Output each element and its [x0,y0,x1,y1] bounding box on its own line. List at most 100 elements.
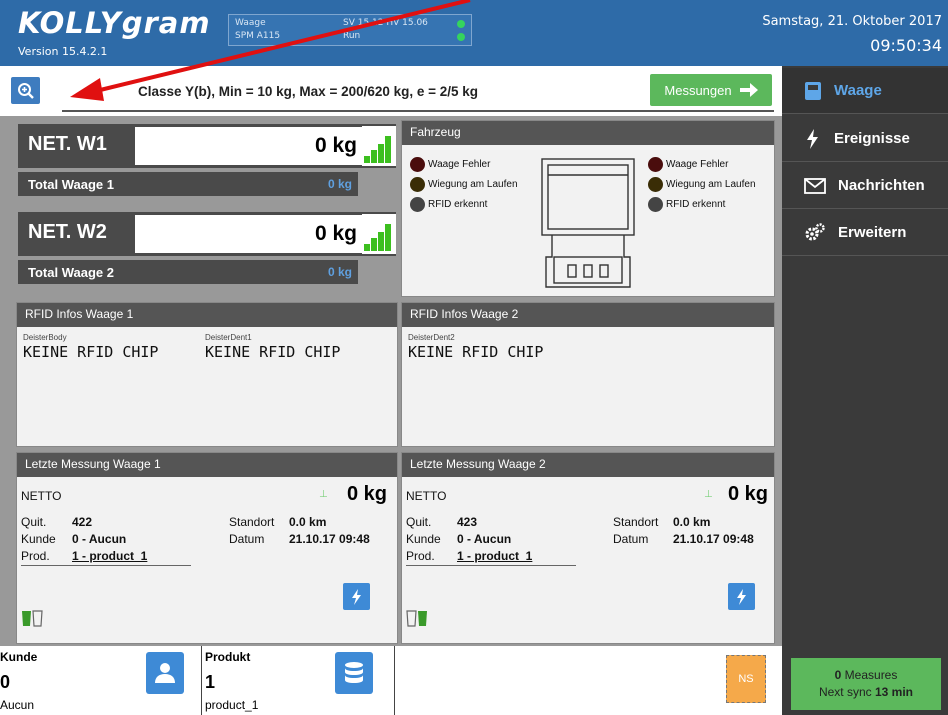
product-label: Produkt [205,650,251,664]
weighing-led-icon [648,177,663,192]
last-measure-2-value: 0 kg [727,483,768,505]
scale-error-indicator-right: Waage Fehler [648,157,728,172]
topbar-divider [62,110,774,112]
kunde-value: 0 - Aucun [72,532,127,546]
kunde-label: Kunde [21,532,56,546]
arrow-right-icon [739,83,758,97]
sidebar-item-waage[interactable]: Waage [782,68,948,114]
net-w2-row: NET. W2 0 kg [18,212,396,256]
prod-label: Prod. [406,549,435,563]
rfid1-field2-value: KEINE RFID CHIP [205,343,341,361]
product-cell[interactable]: Produkt 1 product_1 [203,646,395,715]
trash-bins-icon [22,610,43,627]
divider [406,565,576,566]
total-w2-label: Total Waage 2 [28,265,114,280]
indicator-label: Waage Fehler [666,159,729,170]
sync-count: 0 [834,668,842,682]
sync-status-button[interactable]: 0 Measures Next sync 13 min [791,658,941,710]
indicator-label: Wiegung am Laufen [666,179,756,190]
quit-label: Quit. [406,515,432,529]
sidebar-item-ereignisse[interactable]: Ereignisse [782,116,948,162]
ns-button[interactable]: NS [726,655,766,703]
indicator-label: Wiegung am Laufen [428,179,518,190]
scale-class-info: Classe Y(b), Min = 10 kg, Max = 200/620 … [138,84,479,99]
datum-value: 21.10.17 09:48 [673,532,754,546]
zoom-in-icon [17,82,34,99]
app-header: KOLLYgram Version 15.4.2.1 Waage SPM A11… [0,0,948,66]
event-button-1[interactable] [343,583,370,610]
rfid-panel-1-title: RFID Infos Waage 1 [17,303,397,327]
rfid1-field1-value: KEINE RFID CHIP [23,343,159,361]
device-type: Waage [235,18,266,28]
trash-bins-icon [406,610,427,627]
total-w1-value: 0 kg [327,177,352,191]
customer-name: Aucun [0,698,35,712]
total-w1-label: Total Waage 1 [28,177,114,192]
vehicle-panel: Fahrzeug Waage Fehler Wiegung am Laufen … [401,120,775,297]
standort-value: 0.0 km [673,515,711,529]
sync-next-label: Next sync [818,685,872,699]
rfid1-field1-label: DeisterBody [23,333,67,342]
sync-measures-line: 0 Measures [791,667,941,684]
sync-time: 13 min [875,685,914,699]
run-status: Run [343,31,361,41]
measurements-button-label: Messungen [664,82,732,98]
sidebar-item-label: Ereignisse [834,130,910,147]
device-status-box: Waage SPM A115 SV 15.12 HV 15.06 Run [228,14,472,46]
indicator-label: RFID erkennt [428,199,488,210]
current-date: Samstag, 21. Oktober 2017 [762,14,942,29]
rfid-panel-2: RFID Infos Waage 2 DeisterDent2 KEINE RF… [401,302,775,447]
envelope-icon [804,177,826,194]
sidebar: Waage Ereignisse Nachrichten Erweitern [782,66,948,715]
firmware-versions: SV 15.12 HV 15.06 [343,18,428,28]
sidebar-item-label: Waage [834,82,882,99]
weighing-led-icon [410,177,425,192]
scale-error-indicator-left: Waage Fehler [410,157,490,172]
select-product-button[interactable] [335,652,373,694]
prod-label: Prod. [21,549,50,563]
quit-label: Quit. [21,515,47,529]
customer-cell[interactable]: Kunde 0 Aucun [0,646,202,715]
rfid-panel-1: RFID Infos Waage 1 DeisterBody KEINE RFI… [16,302,398,447]
select-customer-button[interactable] [146,652,184,694]
net-w1-value: 0 kg [135,127,363,165]
rfid1-field2-label: DeisterDent1 [205,333,252,342]
sidebar-item-erweitern[interactable]: Erweitern [782,210,948,256]
product-name: product_1 [205,698,259,712]
lightning-icon [351,588,361,605]
rfid-led-icon [648,197,663,212]
sidebar-item-label: Erweitern [838,224,907,241]
net-weights-panel: NET. W1 0 kg Total Waage 1 0 kg NET. W2 … [16,120,398,297]
measurements-button[interactable]: Messungen [650,74,772,106]
error-led-icon [648,157,663,172]
rfid-panel-2-title: RFID Infos Waage 2 [402,303,774,327]
last-measure-1-value: 0 kg [346,483,387,505]
net-w2-value: 0 kg [135,215,363,253]
status-dot-icon [457,20,465,28]
signal-bars-icon [362,214,396,254]
prod-value: 1 - product_1 [457,549,533,563]
kunde-value: 0 - Aucun [457,532,512,546]
indicator-label: RFID erkennt [666,199,726,210]
gears-icon [805,222,825,240]
sidebar-item-nachrichten[interactable]: Nachrichten [782,163,948,209]
user-icon [155,663,175,683]
product-number: 1 [205,672,216,692]
scale-icon [805,81,821,100]
zoom-button[interactable] [11,77,40,104]
vehicle-panel-title: Fahrzeug [402,121,774,145]
netto-label: NETTO [406,489,447,503]
sync-next-line: Next sync 13 min [791,684,941,701]
current-time: 09:50:34 [870,36,942,55]
last-measure-panel-1: Letzte Messung Waage 1 NETTO ⊥ 0 kg Quit… [16,452,398,644]
event-button-2[interactable] [728,583,755,610]
rfid-indicator-right: RFID erkennt [648,197,725,212]
rfid-led-icon [410,197,425,212]
truck-top-view-icon [541,158,635,288]
netto-label: NETTO [21,489,62,503]
weighing-indicator-right: Wiegung am Laufen [648,177,756,192]
standort-label: Standort [229,515,275,529]
rfid2-field1-value: KEINE RFID CHIP [408,343,544,361]
small-scale-icon: ⊥ [319,489,328,500]
lightning-icon [807,128,818,149]
